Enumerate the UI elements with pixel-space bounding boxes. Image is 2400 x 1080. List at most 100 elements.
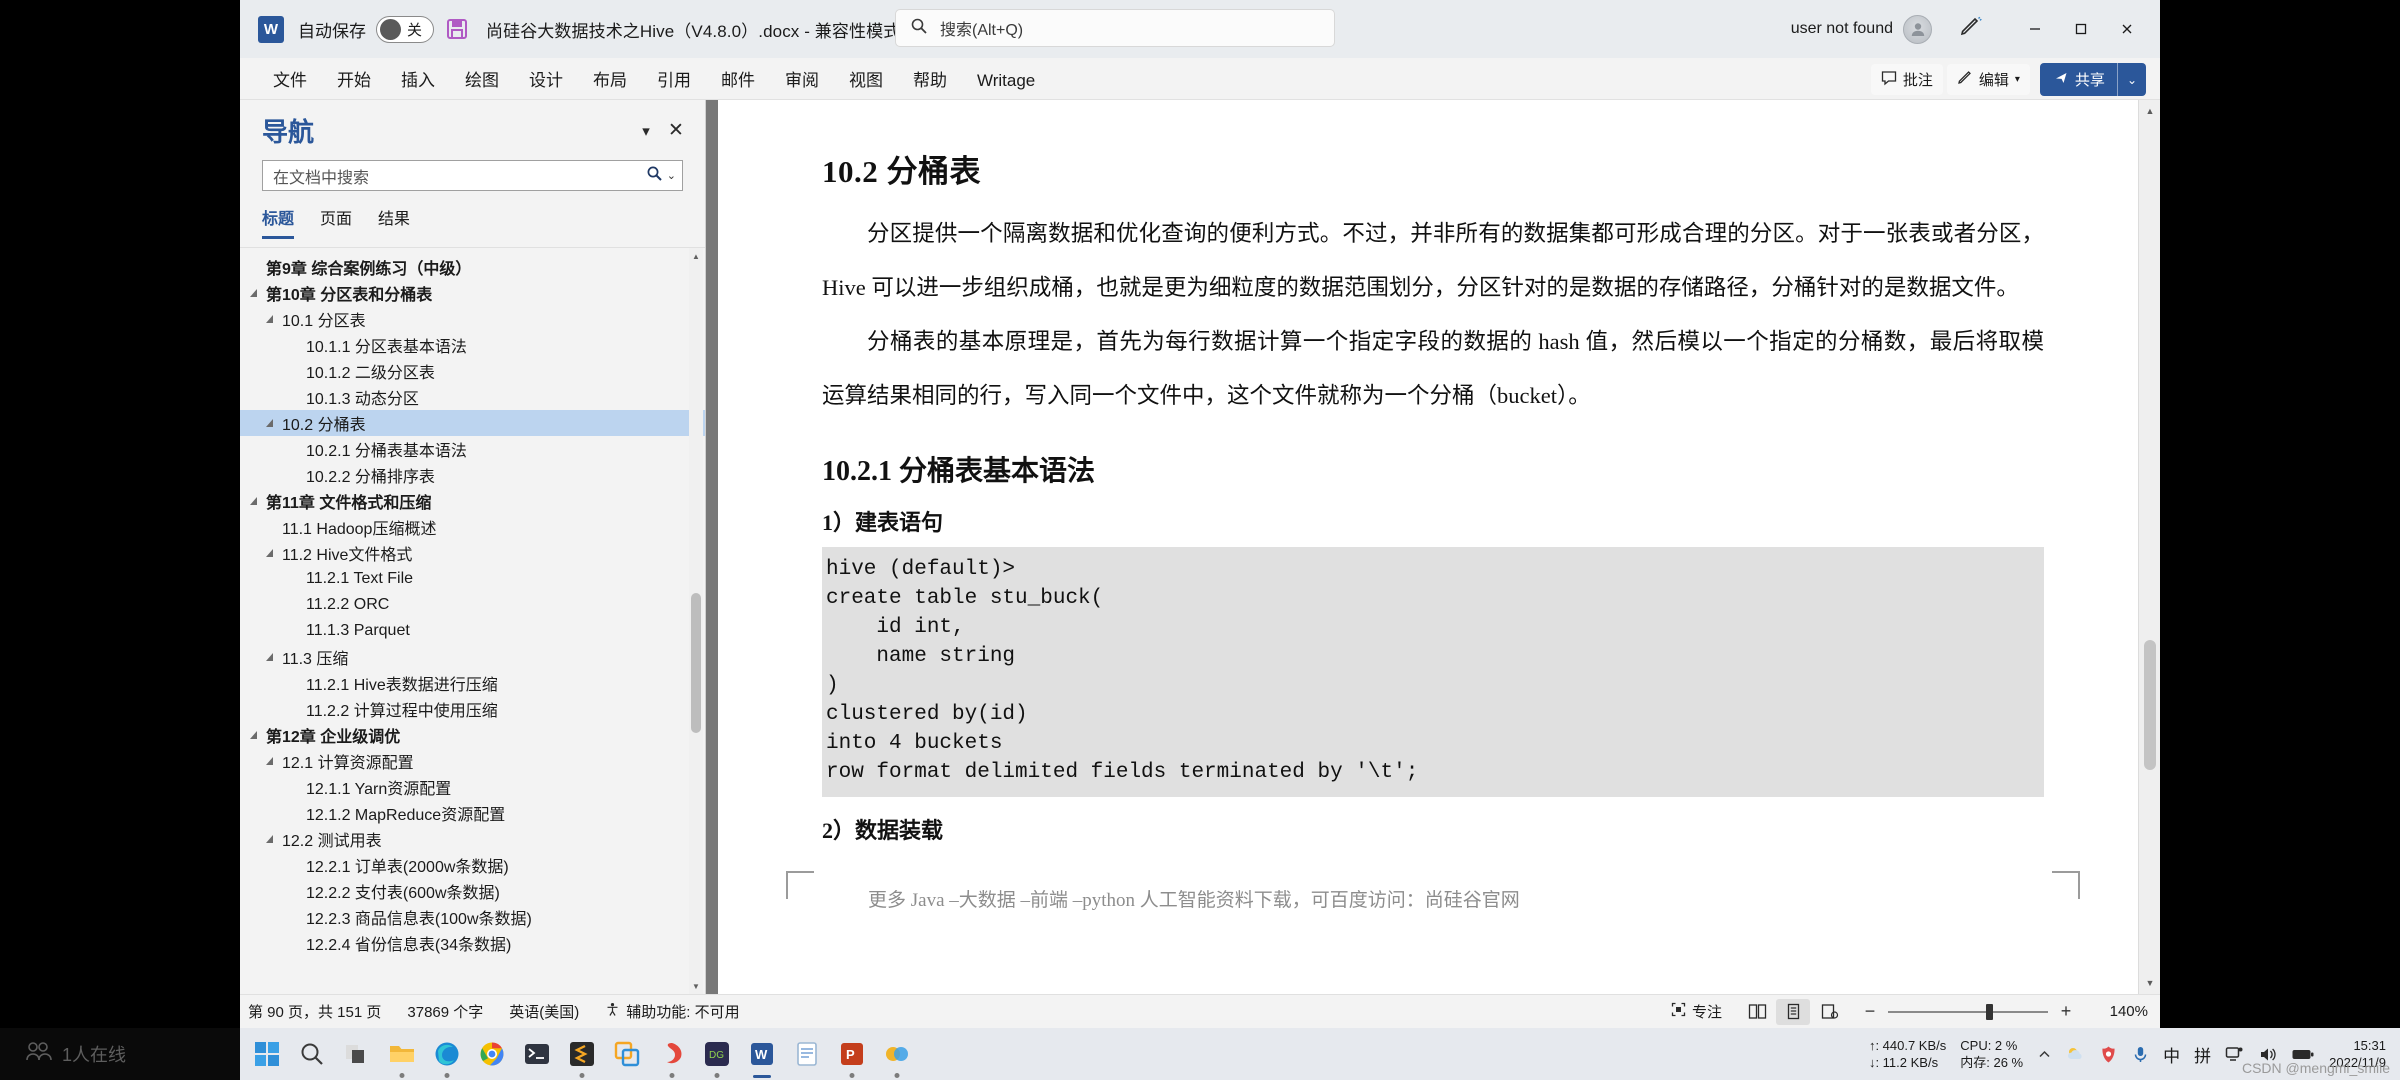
tab-help[interactable]: 帮助 [898, 63, 962, 99]
nav-tree-item[interactable]: 11.1 Hadoop压缩概述 [240, 514, 705, 540]
nav-tree-item[interactable]: 10.1 分区表 [240, 306, 705, 332]
expand-triangle-icon[interactable] [248, 494, 262, 508]
scroll-up-arrow-icon[interactable]: ▲ [689, 248, 703, 264]
tab-writage[interactable]: Writage [962, 63, 1050, 99]
nav-tab-pages[interactable]: 页面 [320, 205, 352, 239]
ime-pinyin-indicator[interactable]: 拼 [2194, 1042, 2211, 1067]
nav-tree-item[interactable]: 12.2.4 省份信息表(34条数据) [240, 930, 705, 956]
nav-tree-item[interactable]: 12.2.1 订单表(2000w条数据) [240, 852, 705, 878]
nav-tree-item[interactable]: 10.1.3 动态分区 [240, 384, 705, 410]
task-view-button-icon[interactable] [340, 1037, 374, 1071]
nav-tree-item[interactable]: 12.2.2 支付表(600w条数据) [240, 878, 705, 904]
nav-tree-item[interactable]: 11.2.1 Text File [240, 566, 705, 592]
windows-terminal-icon[interactable] [520, 1037, 554, 1071]
expand-triangle-icon[interactable] [248, 728, 262, 742]
search-options-caret-icon[interactable]: ⌄ [667, 169, 676, 182]
nav-tab-headings[interactable]: 标题 [262, 205, 295, 239]
datagrip-icon[interactable]: DG [700, 1037, 734, 1078]
tab-mailings[interactable]: 邮件 [706, 63, 770, 99]
antivirus-shield-icon[interactable] [2099, 1045, 2118, 1064]
expand-triangle-icon[interactable] [248, 286, 262, 300]
accessibility-indicator[interactable]: 辅助功能: 不可用 [605, 1001, 740, 1022]
document-page[interactable]: 10.2 分桶表 分区提供一个隔离数据和优化查询的便利方式。不过，并非所有的数据… [718, 100, 2148, 994]
autosave-toggle[interactable]: 关 [376, 15, 434, 43]
navigation-search-input[interactable]: 在文档中搜索 ⌄ [262, 160, 683, 191]
read-mode-view-button[interactable] [1740, 999, 1774, 1025]
file-explorer-icon[interactable] [385, 1037, 419, 1078]
tab-file[interactable]: 文件 [258, 63, 322, 99]
sublime-text-icon[interactable] [565, 1037, 599, 1078]
print-layout-view-button[interactable] [1776, 998, 1810, 1025]
start-button-icon[interactable] [250, 1037, 284, 1071]
microsoft-edge-icon[interactable] [430, 1037, 464, 1078]
navicat-icon[interactable] [655, 1037, 689, 1078]
system-performance-indicator[interactable]: CPU: 2 % 内存: 26 % [1960, 1037, 2023, 1071]
expand-triangle-icon[interactable] [264, 416, 278, 430]
nav-tree-item[interactable]: 第10章 分区表和分桶表 [240, 280, 705, 306]
search-button-icon[interactable] [295, 1037, 329, 1071]
scroll-down-arrow-icon[interactable]: ▼ [689, 978, 703, 994]
zoom-out-button[interactable]: − [1862, 1001, 1878, 1022]
doc-code-block[interactable]: hive (default)> create table stu_buck( i… [822, 547, 2044, 797]
nav-tree-item[interactable]: 11.3 压缩 [240, 644, 705, 670]
nav-tree-item[interactable]: 11.2.2 计算过程中使用压缩 [240, 696, 705, 722]
nav-tree-item[interactable]: 10.2 分桶表 [240, 410, 705, 436]
share-caret-icon[interactable]: ⌄ [2118, 67, 2146, 93]
comments-button[interactable]: 批注 [1870, 64, 1943, 95]
tab-design[interactable]: 设计 [514, 63, 578, 99]
nav-tree-item[interactable]: 10.2.1 分桶表基本语法 [240, 436, 705, 462]
nav-tree-item[interactable]: 11.2.1 Hive表数据进行压缩 [240, 670, 705, 696]
tab-draw[interactable]: 绘图 [450, 63, 514, 99]
close-icon[interactable]: ✕ [661, 116, 691, 146]
tray-overflow-chevron-icon[interactable] [2037, 1047, 2052, 1062]
zoom-in-button[interactable]: + [2058, 1001, 2074, 1022]
search-icon[interactable] [646, 165, 663, 187]
nav-tree-item[interactable]: 12.2.3 商品信息表(100w条数据) [240, 904, 705, 930]
minimize-button[interactable] [2012, 0, 2058, 58]
tab-view[interactable]: 视图 [834, 63, 898, 99]
nav-tree-item[interactable]: 11.1.3 Parquet [240, 618, 705, 644]
close-button[interactable] [2104, 0, 2150, 58]
vmware-workstation-icon[interactable] [610, 1037, 644, 1071]
network-speed-indicator[interactable]: ↑: 440.7 KB/s ↓: 11.2 KB/s [1869, 1037, 1946, 1071]
document-scroll-thumb[interactable] [2144, 640, 2156, 770]
chevron-down-icon[interactable]: ▾ [631, 116, 661, 146]
maximize-button[interactable] [2058, 0, 2104, 58]
nav-tree-item[interactable]: 12.1.1 Yarn资源配置 [240, 774, 705, 800]
editing-mode-button[interactable]: 编辑 ▾ [1946, 64, 2030, 95]
save-icon[interactable] [446, 17, 468, 41]
tab-home[interactable]: 开始 [322, 63, 386, 99]
avatar[interactable] [1903, 14, 1932, 44]
navigation-scrollbar[interactable]: ▲ ▼ [689, 248, 703, 994]
document-scrollbar[interactable]: ▲ ▼ [2138, 100, 2160, 994]
nav-tree-item[interactable]: 12.1.2 MapReduce资源配置 [240, 800, 705, 826]
expand-triangle-icon[interactable] [264, 832, 278, 846]
nav-tree-item[interactable]: 10.1.2 二级分区表 [240, 358, 705, 384]
expand-triangle-icon[interactable] [264, 312, 278, 326]
language-indicator[interactable]: 英语(美国) [509, 1001, 579, 1022]
nav-tree-item[interactable]: 11.2 Hive文件格式 [240, 540, 705, 566]
page-indicator[interactable]: 第 90 页，共 151 页 [248, 1001, 381, 1022]
nav-tree-item[interactable]: 12.1 计算资源配置 [240, 748, 705, 774]
ime-mode-indicator[interactable]: 中 [2163, 1042, 2180, 1067]
nav-tab-results[interactable]: 结果 [378, 205, 410, 239]
xshell-icon[interactable] [880, 1037, 914, 1078]
tab-layout[interactable]: 布局 [578, 63, 642, 99]
focus-mode-button[interactable]: 专注 [1671, 1001, 1722, 1022]
weather-icon[interactable] [2066, 1045, 2085, 1064]
document-canvas[interactable]: 10.2 分桶表 分区提供一个隔离数据和优化查询的便利方式。不过，并非所有的数据… [706, 100, 2160, 994]
tab-insert[interactable]: 插入 [386, 63, 450, 99]
scroll-down-arrow-icon[interactable]: ▼ [2139, 972, 2160, 994]
tab-references[interactable]: 引用 [642, 63, 706, 99]
share-button[interactable]: 共享 ⌄ [2039, 63, 2146, 96]
scroll-up-arrow-icon[interactable]: ▲ [2139, 100, 2160, 122]
pen-ribbon-display-icon[interactable] [1958, 15, 1982, 44]
nav-tree-item[interactable]: 11.2.2 ORC [240, 592, 705, 618]
zoom-slider-thumb[interactable] [1986, 1003, 1993, 1020]
nav-tree-item[interactable]: 10.1.1 分区表基本语法 [240, 332, 705, 358]
google-chrome-icon[interactable] [475, 1037, 509, 1071]
nav-tree-item[interactable]: 第12章 企业级调优 [240, 722, 705, 748]
tab-review[interactable]: 审阅 [770, 63, 834, 99]
expand-triangle-icon[interactable] [264, 754, 278, 768]
search-input[interactable]: 搜索(Alt+Q) [895, 9, 1335, 47]
